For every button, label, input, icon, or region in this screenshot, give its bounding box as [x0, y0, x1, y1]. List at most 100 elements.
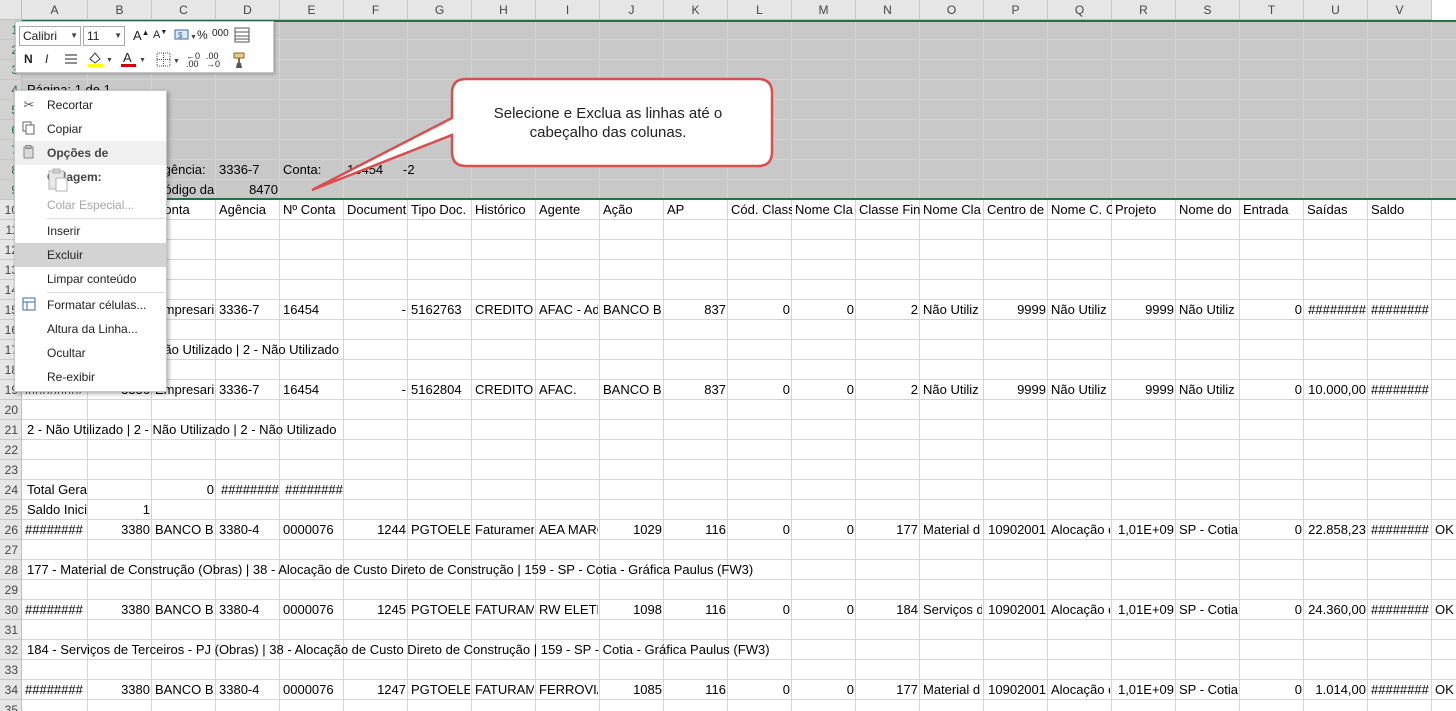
- menu-item-recortar[interactable]: ✂ Recortar: [15, 93, 166, 117]
- cell-n19[interactable]: 2: [859, 380, 918, 400]
- cell-e34[interactable]: 0000076: [283, 680, 342, 700]
- menu-item-reexibir[interactable]: Re-exibir: [15, 365, 166, 389]
- cell-h15[interactable]: CREDITO: [475, 300, 534, 320]
- header-acao[interactable]: Ação: [603, 200, 664, 220]
- cell-f30[interactable]: 1245: [347, 600, 406, 620]
- column-header-v[interactable]: V: [1368, 0, 1432, 20]
- cell-m26[interactable]: 0: [795, 520, 854, 540]
- cell-a28[interactable]: 177 - Material de Construção (Obras) | 3…: [27, 560, 753, 580]
- header-saidas[interactable]: Saídas: [1307, 200, 1368, 220]
- cell-b25[interactable]: 1: [91, 500, 150, 520]
- align-icon[interactable]: [64, 52, 78, 69]
- cell-c30[interactable]: BANCO BR: [155, 600, 214, 620]
- cell-v34[interactable]: ########: [1371, 680, 1430, 700]
- cell-i15[interactable]: AFAC - Ad: [539, 300, 598, 320]
- cell-a30[interactable]: ########: [25, 600, 86, 620]
- cell-t15[interactable]: 0: [1243, 300, 1302, 320]
- cell-g15[interactable]: 5162763: [411, 300, 470, 320]
- header-nome-class-fin[interactable]: Nome Cla: [923, 200, 984, 220]
- column-header-f[interactable]: F: [344, 0, 408, 20]
- cell-q34[interactable]: Alocação d: [1051, 680, 1110, 700]
- header-nome-do[interactable]: Nome do: [1179, 200, 1240, 220]
- format-painter-icon[interactable]: [232, 51, 250, 72]
- row-header-33[interactable]: 33: [0, 660, 22, 680]
- cell-b34[interactable]: 3380: [91, 680, 150, 700]
- menu-item-colar-especial[interactable]: Colar Especial...: [15, 193, 166, 217]
- header-cod-class[interactable]: Cód. Class: [731, 200, 792, 220]
- cell-m34[interactable]: 0: [795, 680, 854, 700]
- cell-o15[interactable]: Não Utiliz: [923, 300, 982, 320]
- row-header-31[interactable]: 31: [0, 620, 22, 640]
- font-color-icon[interactable]: A ▼: [119, 50, 147, 71]
- column-header-r[interactable]: R: [1112, 0, 1176, 20]
- cell-p30[interactable]: 10902001: [987, 600, 1046, 620]
- cell-a24[interactable]: Total Gera: [27, 480, 87, 500]
- cell-f26[interactable]: 1244: [347, 520, 406, 540]
- cell-j15[interactable]: BANCO BRADESCO S.: [603, 300, 662, 320]
- cell-s26[interactable]: SP - Cotia: [1179, 520, 1238, 540]
- cell-m15[interactable]: 0: [795, 300, 854, 320]
- fill-color-icon[interactable]: ▼: [86, 50, 114, 71]
- header-projeto[interactable]: Projeto: [1115, 200, 1176, 220]
- cell-a26[interactable]: ########: [25, 520, 86, 540]
- cell-p15[interactable]: 9999: [987, 300, 1046, 320]
- cell-h19[interactable]: CREDITO: [475, 380, 534, 400]
- accounting-format-icon[interactable]: $ ▼: [174, 27, 197, 43]
- column-header-p[interactable]: P: [984, 0, 1048, 20]
- cell-k26[interactable]: 116: [667, 520, 726, 540]
- font-name-dropdown[interactable]: Calibri ▼: [19, 26, 81, 46]
- cell-n34[interactable]: 177: [859, 680, 918, 700]
- cell-s19[interactable]: Não Utiliz: [1179, 380, 1238, 400]
- increase-decimal-icon[interactable]: ←0.00: [186, 52, 200, 69]
- cell-q19[interactable]: Não Utiliz: [1051, 380, 1110, 400]
- cell-m19[interactable]: 0: [795, 380, 854, 400]
- cell-q15[interactable]: Não Utiliz: [1051, 300, 1110, 320]
- cell-c24[interactable]: 0: [155, 480, 214, 500]
- cell-t19[interactable]: 0: [1243, 380, 1302, 400]
- row-header-29[interactable]: 29: [0, 580, 22, 600]
- cell-e19[interactable]: 16454: [283, 380, 342, 400]
- cell-c26[interactable]: BANCO BR: [155, 520, 214, 540]
- format-painter-table-icon[interactable]: [233, 26, 251, 47]
- column-header-c[interactable]: C: [152, 0, 216, 20]
- row-header-23[interactable]: 23: [0, 460, 22, 480]
- cell-l26[interactable]: 0: [731, 520, 790, 540]
- cell-r30[interactable]: 1,01E+09: [1115, 600, 1174, 620]
- cell-o26[interactable]: Material d: [923, 520, 982, 540]
- cell-d15[interactable]: 3336-7: [219, 300, 278, 320]
- cell-u26[interactable]: 22.858,23: [1307, 520, 1366, 540]
- column-header-k[interactable]: K: [664, 0, 728, 20]
- cell-d19[interactable]: 3336-7: [219, 380, 278, 400]
- cell-q26[interactable]: Alocação d: [1051, 520, 1110, 540]
- cell-g30[interactable]: PGTOELET: [411, 600, 470, 620]
- menu-item-excluir[interactable]: Excluir: [15, 243, 166, 267]
- cell-e24[interactable]: ########: [285, 480, 345, 500]
- column-header-q[interactable]: Q: [1048, 0, 1112, 20]
- row-header-32[interactable]: 32: [0, 640, 22, 660]
- cell-b30[interactable]: 3380: [91, 600, 150, 620]
- cell-d30[interactable]: 3380-4: [219, 600, 278, 620]
- column-header-i[interactable]: I: [536, 0, 600, 20]
- borders-icon[interactable]: ▼: [156, 52, 182, 71]
- column-header-o[interactable]: O: [920, 0, 984, 20]
- cell-s34[interactable]: SP - Cotia: [1179, 680, 1238, 700]
- column-header-m[interactable]: M: [792, 0, 856, 20]
- column-header-t[interactable]: T: [1240, 0, 1304, 20]
- font-size-dropdown[interactable]: 11 ▼: [83, 26, 125, 46]
- cell-b26[interactable]: 3380: [91, 520, 150, 540]
- cell-i30[interactable]: RW ELETR: [539, 600, 598, 620]
- cell-d26[interactable]: 3380-4: [219, 520, 278, 540]
- cell-m30[interactable]: 0: [795, 600, 854, 620]
- cell-r19[interactable]: 9999: [1115, 380, 1174, 400]
- cell-s15[interactable]: Não Utiliz: [1179, 300, 1238, 320]
- column-header-l[interactable]: L: [728, 0, 792, 20]
- cell-k19[interactable]: 837: [667, 380, 726, 400]
- row-header-35[interactable]: 35: [0, 700, 22, 711]
- cell-f34[interactable]: 1247: [347, 680, 406, 700]
- percent-style-icon[interactable]: %: [197, 28, 208, 42]
- header-classe-fin[interactable]: Classe Fin: [859, 200, 920, 220]
- cell-g8[interactable]: -2: [403, 160, 415, 180]
- header-centro-de[interactable]: Centro de: [987, 200, 1048, 220]
- row-header-26[interactable]: 26: [0, 520, 22, 540]
- cell-i26[interactable]: AEA MARC: [539, 520, 598, 540]
